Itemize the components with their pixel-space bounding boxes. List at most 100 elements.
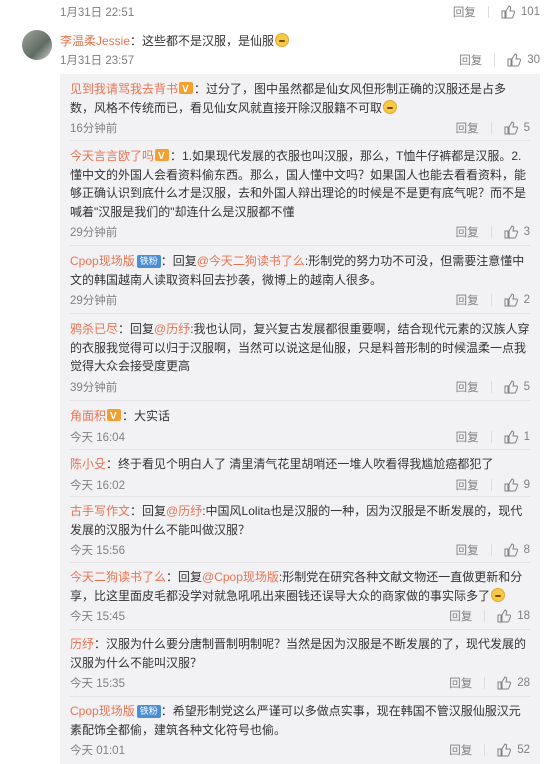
username-link[interactable]: 角面积 — [70, 409, 106, 423]
reply-button[interactable]: 回复 — [456, 379, 479, 395]
reply-button[interactable]: 回复 — [456, 292, 479, 308]
sweat-emoji-icon — [275, 33, 290, 47]
username-link[interactable]: Cpop现场版 — [70, 704, 135, 718]
thumbs-up-icon[interactable] — [504, 293, 518, 307]
thumbs-up-icon[interactable] — [504, 121, 518, 135]
like-count: 5 — [523, 380, 530, 393]
timestamp: 16分钟前 — [70, 123, 118, 135]
reply-text: ：汉服为什么要分唐制晋制明制呢？当然是因为汉服是不断发展的了，现代发展的汉服为什… — [70, 637, 527, 670]
thumbs-up-icon[interactable] — [497, 743, 512, 757]
thumbs-up-icon[interactable] — [497, 609, 512, 623]
reply-item: 见到我请骂我去背书：过分了，图中虽然都是仙女风但形制正确的汉服还是占多数，风格不… — [70, 80, 530, 136]
reply-prefix: ：回复 — [166, 570, 203, 584]
username-link[interactable]: 鸦杀已尽 — [70, 322, 118, 336]
like-count: 28 — [517, 677, 530, 689]
comment-actions: 回复 30 — [459, 52, 540, 68]
divider — [70, 496, 530, 497]
divider — [70, 562, 530, 563]
mention-link[interactable]: @历纾 — [154, 322, 190, 336]
reply-item: 陈小殳：终于看见个明白人了 清里清气花里胡哨还一堆人吹看得我尴尬癌都犯了 今天 … — [70, 455, 530, 493]
reply-item: 鸦杀已尽：回复@历纾:我也认同，复兴复古发展都很重要啊，结合现代元素的汉族人穿的… — [70, 320, 530, 395]
reply-item: 历纾：汉服为什么要分唐制晋制明制呢？当然是因为汉服是不断发展的了，现代发展的汉服… — [70, 635, 530, 691]
thumbs-up-icon[interactable] — [504, 543, 518, 557]
reply-button[interactable]: 回复 — [449, 742, 472, 758]
thumbs-up-icon[interactable] — [504, 477, 518, 492]
like-count: 30 — [527, 54, 540, 66]
timestamp: 39分钟前 — [70, 381, 118, 394]
divider — [490, 478, 492, 491]
timestamp: 今天 16:02 — [70, 479, 125, 492]
avatar[interactable] — [22, 30, 52, 60]
reply-prefix: ：回复 — [130, 504, 167, 518]
reply-item: 古手写作文：回复@历纾:中国风Lolita也是汉服的一种，因为汉服是不断发展的，… — [70, 502, 530, 558]
timestamp: 29分钟前 — [70, 227, 118, 239]
thumbs-up-icon[interactable] — [504, 429, 518, 444]
reply-button[interactable]: 回复 — [456, 477, 479, 493]
reply-button[interactable]: 回复 — [459, 52, 482, 68]
divider — [70, 245, 530, 246]
divider — [490, 226, 492, 238]
divider — [487, 6, 489, 18]
divider — [490, 294, 492, 306]
reply-button[interactable]: 回复 — [456, 542, 479, 558]
username-link[interactable]: 李温柔Jessie — [60, 34, 130, 48]
reply-text: ：终于看见个明白人了 清里清气花里胡哨还一堆人吹看得我尴尬癌都犯了 — [106, 457, 494, 471]
username-link[interactable]: Cpop现场版 — [70, 254, 135, 268]
reply-button[interactable]: 回复 — [456, 120, 479, 136]
username-link[interactable]: 今天二狗读书了么 — [70, 570, 166, 584]
divider — [484, 744, 486, 756]
reply-item: 角面积 ：大实话 今天 16:04 回复 1 — [70, 407, 530, 445]
username-link[interactable]: 见到我请骂我去背书 — [70, 82, 178, 96]
mention-link[interactable]: @Cpop现场版 — [202, 570, 279, 584]
timestamp: 今天 15:35 — [70, 678, 125, 690]
thumbs-up-icon[interactable] — [501, 5, 515, 19]
thumbs-up-icon[interactable] — [504, 379, 518, 394]
vip-icon — [179, 81, 194, 100]
timestamp: 1月31日 23:57 — [60, 55, 135, 67]
reply-item: Cpop现场版 铁粉 ：回复@今天二狗读书了么:形制党的努力功不可没，但需要注意懂中… — [70, 252, 530, 308]
like-count: 5 — [523, 122, 530, 134]
reply-button[interactable]: 回复 — [453, 4, 476, 20]
divider — [490, 380, 492, 393]
like-count: 8 — [523, 544, 530, 556]
timestamp: 今天 16:04 — [70, 431, 125, 444]
like-count: 3 — [523, 226, 530, 238]
reply-item: 今天言言欧了吗：1.如果现代发展的衣服也叫汉服，那么，T恤牛仔裤都是汉服。2.懂… — [70, 147, 530, 240]
previous-comment-meta: 1月31日 22:51 回复 101 — [60, 4, 540, 20]
vip-icon — [107, 408, 122, 427]
divider — [490, 430, 492, 443]
timestamp: 今天 15:45 — [70, 611, 125, 623]
reply-button[interactable]: 回复 — [449, 608, 472, 624]
divider — [70, 629, 530, 630]
comment-text: ：这些都不是汉服，是仙服 — [130, 34, 275, 48]
comment-actions: 回复 101 — [453, 4, 540, 20]
divider — [490, 122, 492, 134]
thumbs-up-icon[interactable] — [504, 225, 518, 239]
like-count: 2 — [523, 294, 530, 306]
timestamp: 今天 15:56 — [70, 545, 125, 557]
vip-icon — [155, 148, 170, 167]
reply-prefix: ：回复 — [118, 322, 155, 336]
divider — [484, 677, 486, 689]
like-count: 101 — [520, 6, 540, 18]
username-link[interactable]: 陈小殳 — [70, 457, 106, 471]
divider — [490, 544, 492, 556]
reply-button[interactable]: 回复 — [456, 224, 479, 240]
thumbs-up-icon[interactable] — [507, 53, 522, 67]
username-link[interactable]: 古手写作文 — [70, 504, 130, 518]
like-count: 18 — [517, 610, 530, 622]
like-count: 1 — [523, 430, 530, 443]
reply-button[interactable]: 回复 — [449, 675, 472, 691]
divider — [484, 610, 486, 622]
mention-link[interactable]: @今天二狗读书了么 — [197, 254, 305, 268]
divider — [70, 400, 530, 401]
mention-link[interactable]: @历纾 — [166, 504, 202, 518]
fan-badge: 铁粉 — [136, 255, 161, 268]
reply-item: 今天二狗读书了么：回复@Cpop现场版:形制党在研究各种文献文物还一直做更新和分… — [70, 568, 530, 624]
comment: 李温柔Jessie：这些都不是汉服，是仙服 1月31日 23:57 回复 30 — [22, 30, 540, 68]
username-link[interactable]: 今天言言欧了吗 — [70, 149, 154, 163]
thumbs-up-icon[interactable] — [497, 676, 512, 690]
username-link[interactable]: 历纾 — [70, 637, 94, 651]
reply-button[interactable]: 回复 — [456, 429, 479, 445]
divider — [70, 313, 530, 314]
